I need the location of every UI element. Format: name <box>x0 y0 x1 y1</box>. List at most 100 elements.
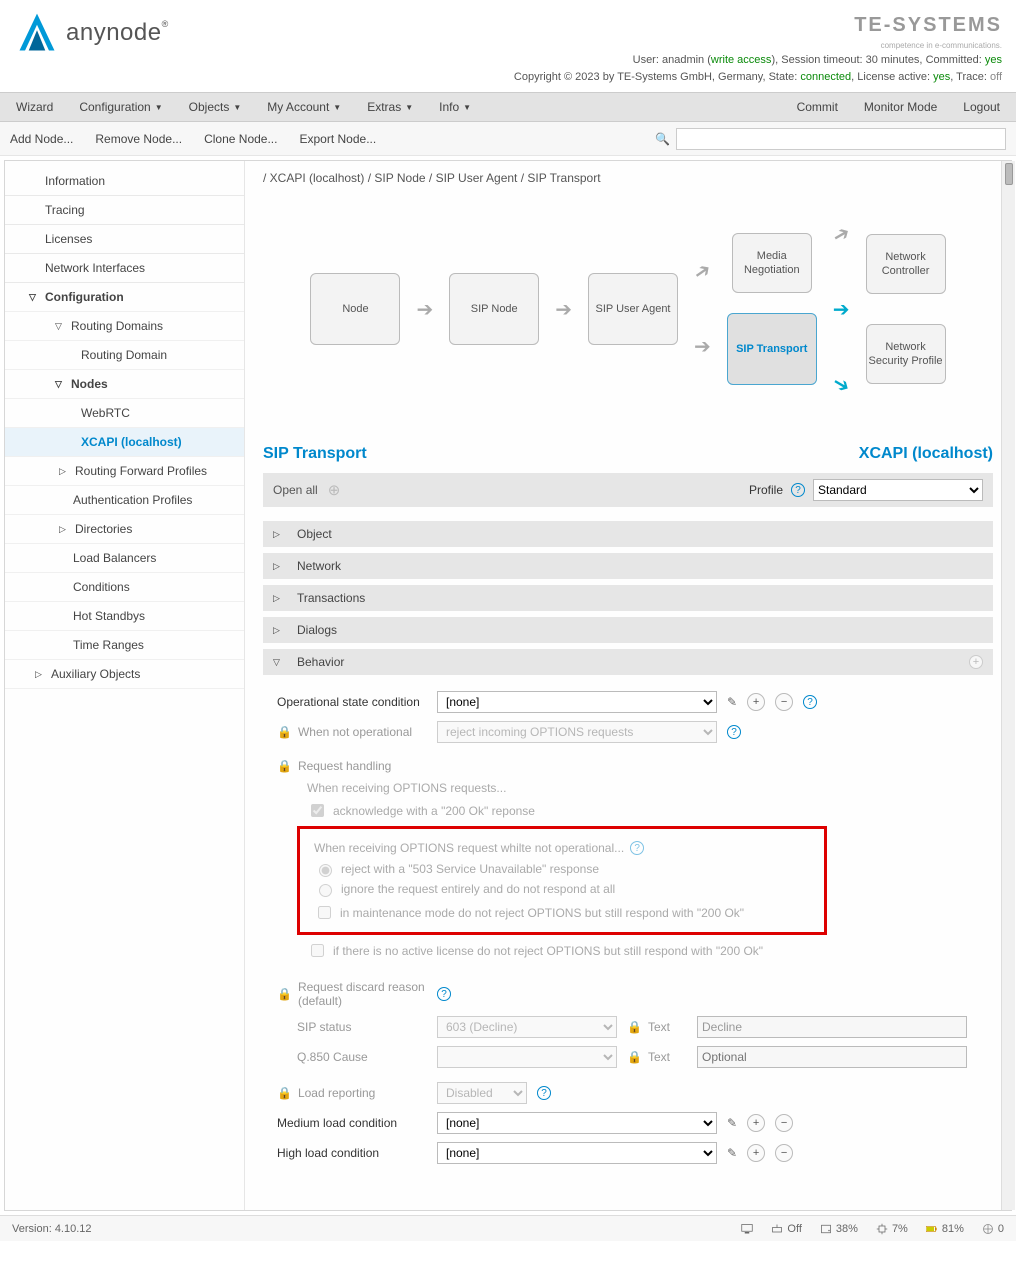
crumb-xcapi[interactable]: XCAPI (localhost) <box>270 171 365 185</box>
help-icon[interactable]: ? <box>791 483 805 497</box>
tree-xcapi[interactable]: XCAPI (localhost) <box>5 428 244 457</box>
diagram-mneg[interactable]: Media Negotiation <box>732 233 812 293</box>
lock-icon: 🔒 <box>627 1020 642 1034</box>
plus-icon[interactable]: ⊕ <box>328 481 341 499</box>
edit-icon[interactable]: ✎ <box>727 1116 737 1130</box>
caret-down-icon: ▼ <box>155 103 163 112</box>
diagram-node[interactable]: Node <box>310 273 400 345</box>
openall-bar: Open all ⊕ Profile ? Standard <box>263 473 993 507</box>
tree-loadbal[interactable]: Load Balancers <box>5 544 244 573</box>
page-title: SIP Transport <box>263 445 367 463</box>
diagram-siptrans[interactable]: SIP Transport <box>727 313 817 385</box>
scrollbar-vertical[interactable] <box>1001 161 1015 1210</box>
help-icon[interactable]: ? <box>727 725 741 739</box>
tree-licenses[interactable]: Licenses <box>5 225 244 254</box>
tree-nodes[interactable]: ▽Nodes <box>5 370 244 399</box>
remove-icon[interactable]: − <box>775 693 793 711</box>
menu-configuration[interactable]: Configuration▼ <box>73 94 168 120</box>
opt-ack-ok: acknowledge with a "200 Ok" reponse <box>307 801 979 820</box>
help-icon[interactable]: ? <box>630 841 644 855</box>
add-icon[interactable]: + <box>747 1144 765 1162</box>
checkbox-ack-ok <box>311 804 324 817</box>
diagram-netctrl[interactable]: Network Controller <box>866 234 946 294</box>
menu-wizard[interactable]: Wizard <box>10 94 59 120</box>
remove-icon[interactable]: − <box>775 1144 793 1162</box>
edit-icon[interactable]: ✎ <box>727 695 737 709</box>
opt-maint: in maintenance mode do not reject OPTION… <box>314 903 820 922</box>
cpu-icon <box>876 1223 888 1235</box>
help-icon[interactable]: ? <box>437 987 451 1001</box>
crumb-sipnode[interactable]: SIP Node <box>374 171 425 185</box>
scrollbar-thumb[interactable] <box>1005 163 1013 185</box>
caret-down-icon: ▽ <box>29 292 39 303</box>
caret-down-icon: ▼ <box>405 103 413 112</box>
battery-icon <box>926 1223 938 1235</box>
tree-tranges[interactable]: Time Ranges <box>5 631 244 660</box>
caret-down-icon: ▼ <box>463 103 471 112</box>
select-highload[interactable]: [none] <box>437 1142 717 1164</box>
select-q850 <box>437 1046 617 1068</box>
tree-routing-domains[interactable]: ▽Routing Domains <box>5 312 244 341</box>
toolbar-clone-node[interactable]: Clone Node... <box>204 132 277 146</box>
diagram-sipua[interactable]: SIP User Agent <box>588 273 678 345</box>
arrow-icon: ➔ <box>828 369 855 399</box>
tree-configuration[interactable]: ▽Configuration <box>5 283 244 312</box>
search-input[interactable] <box>676 128 1006 150</box>
crumb-sipua[interactable]: SIP User Agent <box>436 171 518 185</box>
menu-extras[interactable]: Extras▼ <box>361 94 419 120</box>
tree-conditions[interactable]: Conditions <box>5 573 244 602</box>
select-medload[interactable]: [none] <box>437 1112 717 1134</box>
tree-routing-domain[interactable]: Routing Domain <box>5 341 244 370</box>
caret-right-icon: ▷ <box>59 466 69 477</box>
search-icon[interactable]: 🔍 <box>655 132 670 146</box>
section-dialogs[interactable]: ▷Dialogs <box>263 617 993 643</box>
logo-text: anynode® <box>66 19 169 47</box>
label-loadrep: 🔒Load reporting <box>277 1086 427 1100</box>
caret-down-icon: ▽ <box>55 379 65 390</box>
remove-icon[interactable]: − <box>775 1114 793 1132</box>
toolbar-export-node[interactable]: Export Node... <box>299 132 376 146</box>
crumb-siptrans[interactable]: SIP Transport <box>527 171 600 185</box>
help-icon[interactable]: ? <box>803 695 817 709</box>
help-icon[interactable]: ? <box>537 1086 551 1100</box>
section-behavior[interactable]: ▽ Behavior + <box>263 649 993 675</box>
sub-recv-opts: When receiving OPTIONS requests... <box>307 781 979 795</box>
tree-tracing[interactable]: Tracing <box>5 196 244 225</box>
add-icon[interactable]: + <box>747 693 765 711</box>
menu-objects[interactable]: Objects▼ <box>183 94 248 120</box>
tree-authp[interactable]: Authentication Profiles <box>5 486 244 515</box>
sidebar: Information Tracing Licenses Network Int… <box>5 161 245 1210</box>
select-opcond[interactable]: [none] <box>437 691 717 713</box>
menu-monitor[interactable]: Monitor Mode <box>858 94 943 120</box>
menu-info[interactable]: Info▼ <box>433 94 477 120</box>
tree-dirs[interactable]: ▷Directories <box>5 515 244 544</box>
diagram-sipnode[interactable]: SIP Node <box>449 273 539 345</box>
openall-label[interactable]: Open all <box>273 483 318 497</box>
menu-myaccount[interactable]: My Account▼ <box>261 94 347 120</box>
arrow-icon: ➔ <box>416 297 433 322</box>
edit-icon[interactable]: ✎ <box>727 1146 737 1160</box>
add-icon[interactable]: + <box>747 1114 765 1132</box>
section-transactions[interactable]: ▷Transactions <box>263 585 993 611</box>
toolbar-add-node[interactable]: Add Node... <box>10 132 73 146</box>
tree-information[interactable]: Information <box>5 167 244 196</box>
tree-rfp[interactable]: ▷Routing Forward Profiles <box>5 457 244 486</box>
opt-nolic: if there is no active license do not rej… <box>307 941 979 960</box>
menu-logout[interactable]: Logout <box>957 94 1006 120</box>
partner-brand: TE-SYSTEMS <box>514 10 1002 40</box>
main-content: / XCAPI (localhost) / SIP Node / SIP Use… <box>245 161 1011 1210</box>
toolbar-remove-node[interactable]: Remove Node... <box>95 132 182 146</box>
tree-netif[interactable]: Network Interfaces <box>5 254 244 283</box>
section-object[interactable]: ▷Object <box>263 521 993 547</box>
checkbox-nolic <box>311 944 324 957</box>
tree-hots[interactable]: Hot Standbys <box>5 602 244 631</box>
tree-webrtc[interactable]: WebRTC <box>5 399 244 428</box>
page-subtitle: XCAPI (localhost) <box>859 445 993 463</box>
diagram-netsec[interactable]: Network Security Profile <box>866 324 946 384</box>
profile-select[interactable]: Standard <box>813 479 983 501</box>
section-network[interactable]: ▷Network <box>263 553 993 579</box>
plus-icon[interactable]: + <box>969 655 983 669</box>
menu-commit[interactable]: Commit <box>791 94 844 120</box>
tree-aux[interactable]: ▷Auxiliary Objects <box>5 660 244 689</box>
caret-down-icon: ▼ <box>333 103 341 112</box>
